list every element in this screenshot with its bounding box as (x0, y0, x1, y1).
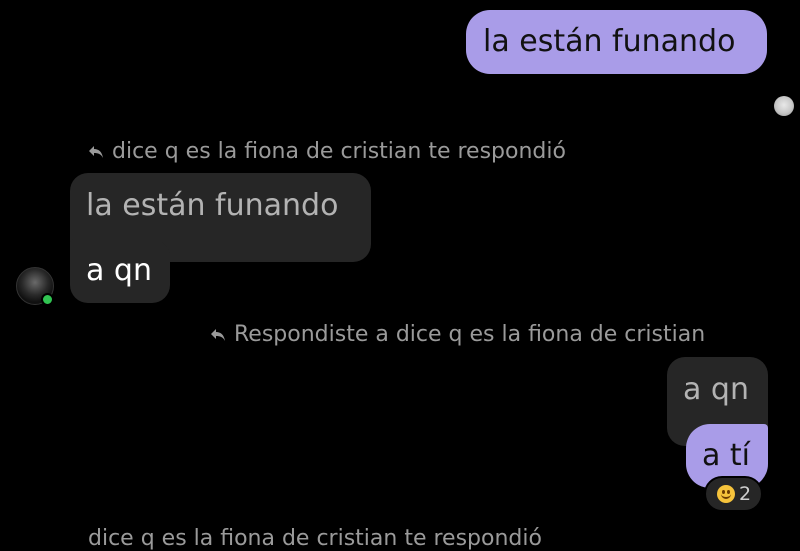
bottom-reply-header: dice q es la fiona de cristian te respon… (88, 526, 542, 551)
quoted-text: la están funando (86, 188, 339, 223)
message-text: a tí (702, 438, 751, 473)
incoming-reply-header: dice q es la fiona de cristian te respon… (88, 139, 566, 164)
quoted-text: a qn (683, 372, 749, 407)
reply-header-text: dice q es la fiona de cristian te respon… (88, 526, 542, 551)
reaction-count: 2 (739, 483, 752, 505)
message-text: la están funando (483, 24, 736, 59)
reply-header-text: dice q es la fiona de cristian te respon… (112, 139, 566, 164)
reaction-badge[interactable]: 2 (704, 476, 764, 512)
reply-arrow-icon (211, 328, 225, 341)
seen-receipt-avatar (774, 96, 794, 116)
online-status-dot (41, 293, 54, 306)
outgoing-message-bubble[interactable]: la están funando (466, 10, 767, 74)
message-text: a qn (86, 253, 152, 288)
reply-arrow-icon (89, 145, 103, 158)
grinning-face-emoji-icon (717, 485, 735, 503)
reply-header-text: Respondiste a dice q es la fiona de cris… (234, 322, 706, 347)
outgoing-reply-header: Respondiste a dice q es la fiona de cris… (210, 322, 705, 347)
incoming-message-bubble[interactable]: a qn (70, 239, 170, 303)
